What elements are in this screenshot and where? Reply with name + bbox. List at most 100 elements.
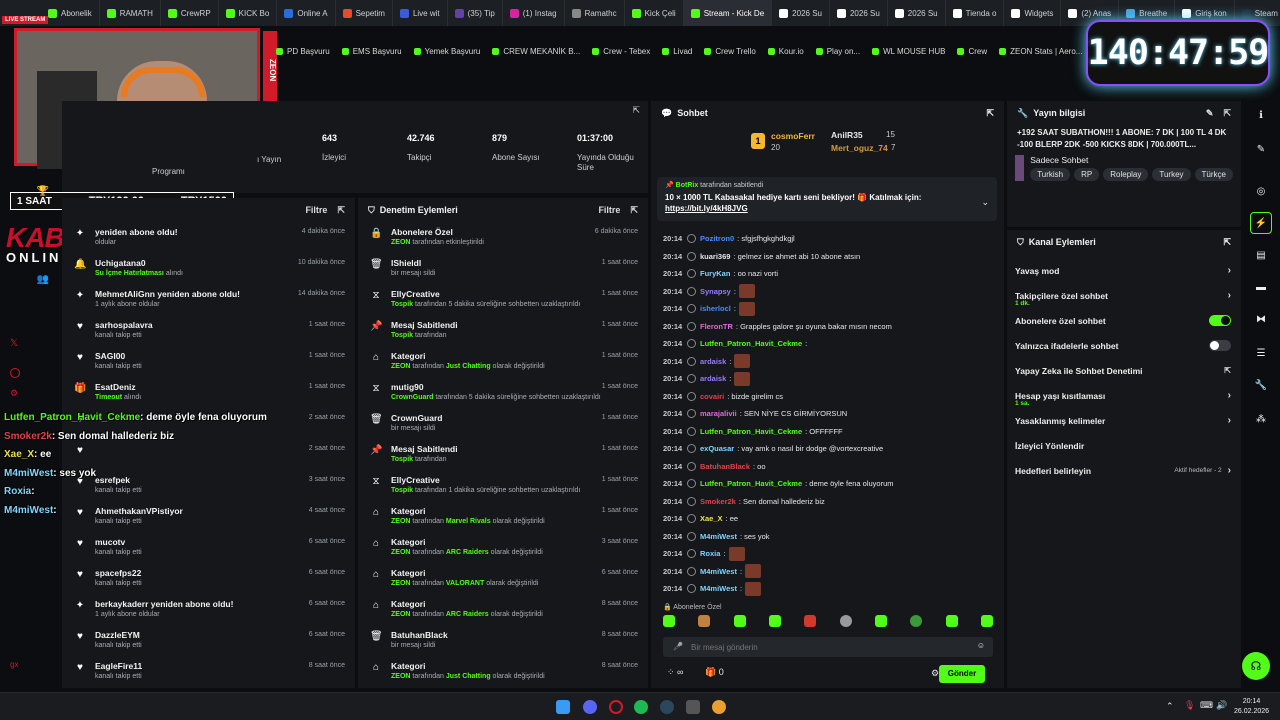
feed-row[interactable]: ♥Fuuxxkanalı takip etti8 saat önce [62, 687, 355, 688]
discord-icon[interactable] [583, 700, 597, 714]
message-user[interactable]: M4miWest [700, 532, 737, 541]
feed-row-title[interactable]: sarhospalavra [95, 320, 153, 330]
feed-row-title[interactable]: yeniden abone oldu! [95, 227, 178, 237]
chat-message[interactable]: 20:14 exQuasar: vay amk o nasıl bir dodge… [663, 440, 993, 458]
chevron-right-icon[interactable]: › [1228, 290, 1231, 301]
bookmark-item[interactable]: Crew - Tebex [586, 47, 656, 56]
channel-action-row[interactable]: İzleyici Yönlendir [1007, 433, 1241, 458]
filter-button[interactable]: Filtre [305, 205, 327, 215]
browser-tab[interactable]: KICK Bo [219, 0, 278, 26]
feed-row-title[interactable]: mucotv [95, 537, 142, 547]
windows-start-icon[interactable] [556, 700, 570, 714]
feed-row[interactable]: 🎁 EsatDeniz Timeout alındı 1 saat önce [62, 377, 355, 408]
feed-row[interactable]: ♥ mucotv kanalı takip etti 6 saat önce [62, 532, 355, 563]
bolt-icon[interactable]: ⚡ [1250, 212, 1272, 234]
microphone-icon[interactable]: 🎤 [673, 642, 683, 651]
category-name[interactable]: Just Chatting [446, 363, 491, 370]
chat-message[interactable]: 20:14 BatuhanBlack: oo [663, 458, 993, 476]
chat-message[interactable]: 20:14 FuryKan: oo nazi vorti [663, 265, 993, 283]
moderation-row[interactable]: 📌 Mesaj Sabitlendi Tospik tarafından 1 saat… [358, 439, 648, 470]
moderation-row[interactable]: ⌂ Kategori ZEON tarafından ARC Raiders ola… [358, 594, 648, 625]
chevron-down-icon[interactable]: ⌄ [981, 197, 989, 208]
channel-action-row[interactable]: Yalnızca ifadelerle sohbet [1007, 333, 1241, 358]
moderation-row[interactable]: 📌 Mesaj Sabitlendi Tospik tarafından 1 saat… [358, 315, 648, 346]
browser-tab[interactable]: Sepetim [336, 0, 393, 26]
moderator-name[interactable]: ZEON [391, 673, 410, 680]
browser-tab[interactable]: CrewRP [161, 0, 219, 26]
trophy-icon[interactable]: 🏆 [32, 180, 54, 202]
chat-message[interactable]: 20:14 Lutfen_Patron_Havit_Cekme: [663, 335, 993, 353]
emote[interactable] [804, 615, 817, 627]
filter-button[interactable]: Filtre [598, 205, 620, 215]
app-icon[interactable] [686, 700, 700, 714]
emote[interactable] [733, 615, 746, 627]
chat-message[interactable]: 20:14 M4miWest: [663, 580, 993, 598]
pinned-user[interactable]: BotRix [676, 182, 699, 189]
chevron-right-icon[interactable]: › [1228, 265, 1231, 276]
bookmark-item[interactable]: WL MOUSE HUB [866, 47, 951, 56]
clock[interactable]: 20:14 26.02.2026 [1234, 697, 1269, 717]
toggle-switch[interactable] [1209, 315, 1231, 326]
message-user[interactable]: Lutfen_Patron_Havit_Cekme [700, 427, 802, 436]
message-user[interactable]: ardaisk [700, 357, 726, 366]
document-icon[interactable]: ▤ [1250, 244, 1272, 266]
gifter-1-name[interactable]: cosmoFerr [771, 131, 815, 141]
chat-message[interactable]: 20:14 Synapsy: [663, 283, 993, 301]
message-user[interactable]: Xae_X [700, 514, 723, 523]
chat-message[interactable]: 20:14 Roxia: [663, 545, 993, 563]
gifter-3-name[interactable]: Mert_oguz_74 [831, 143, 888, 153]
category-name[interactable]: Sadece Sohbet [1030, 155, 1233, 165]
feed-row[interactable]: ♥ EagleFire11 kanalı takip etti 8 saat önce [62, 656, 355, 687]
gx-icon[interactable]: gx [10, 660, 18, 669]
opera-gx-icon[interactable] [609, 700, 623, 714]
network-icon[interactable]: ⌨ [1200, 700, 1213, 711]
moderator-name[interactable]: ZEON [391, 239, 410, 246]
browser-tab[interactable]: Online A [277, 0, 336, 26]
channel-action-row[interactable]: Yasaklanmış kelimeler › [1007, 408, 1241, 433]
feed-row[interactable]: ♥ sarhospalavra kanalı takip etti 1 saat ön… [62, 315, 355, 346]
x-icon[interactable]: 𝕏 [10, 338, 18, 349]
moderation-row[interactable]: 🗑 CrownGuard bir mesajı sildi 1 saat önce [358, 408, 648, 439]
feed-row[interactable]: ♥ SAGI00 kanalı takip etti 1 saat önce [62, 346, 355, 377]
expand-icon[interactable]: ⇱ [1223, 237, 1231, 248]
emote[interactable] [698, 615, 711, 627]
emote[interactable] [980, 615, 993, 627]
camera-icon[interactable]: ◎ [1250, 180, 1272, 202]
feed-row-title[interactable]: DazzleEYM [95, 630, 142, 640]
stream-tag[interactable]: Roleplay [1103, 168, 1149, 181]
category-name[interactable]: Just Chatting [446, 673, 491, 680]
moderation-row[interactable]: 🗑 BatuhanBlack bir mesajı sildi 8 saat önce [358, 625, 648, 656]
settings-icon[interactable]: ⚙ [931, 668, 939, 679]
chevron-right-icon[interactable]: › [1228, 465, 1231, 476]
moderation-row[interactable]: ⌂ Kategori ZEON tarafından VALORANT olarak… [358, 563, 648, 594]
stream-tag[interactable]: Türkçe [1194, 168, 1233, 181]
browser-tab[interactable]: Stream - Kick De [683, 0, 773, 26]
spotify-icon[interactable] [634, 700, 648, 714]
pencil-icon[interactable]: ✎ [1250, 138, 1272, 160]
chat-message[interactable]: 20:14 Lutfen_Patron_Havit_Cekme: deme öyl… [663, 475, 993, 493]
volume-icon[interactable]: 🔊 [1216, 700, 1227, 711]
feed-row[interactable]: 🔔 Uchigatana0 Su İçme Hatırlatması alındı 1… [62, 253, 355, 284]
chat-message[interactable]: 20:14 Pozitron0: sfgjsfhgkghdkgjl [663, 230, 993, 248]
browser-tab[interactable]: Widgets [1004, 0, 1062, 26]
expand-icon[interactable]: ⇱ [630, 205, 638, 216]
feed-row-title[interactable]: Uchigatana0 [95, 258, 183, 268]
feed-row-title[interactable]: spacefps22 [95, 568, 142, 578]
bookmark-item[interactable]: Crew Trello [698, 47, 761, 56]
chat-message[interactable]: 20:14 marajalivii: SEN NİYE CS GİRMİYORSU… [663, 405, 993, 423]
chevron-right-icon[interactable]: › [1228, 390, 1231, 401]
message-user[interactable]: kuari369 [700, 252, 730, 261]
external-link-icon[interactable]: ⇱ [1224, 366, 1231, 375]
bookmark-item[interactable]: EMS Başvuru [336, 47, 408, 56]
category-name[interactable]: ARC Raiders [446, 549, 489, 556]
moderator-name[interactable]: Tospik [391, 487, 413, 494]
edit-icon[interactable]: ✎ [1206, 108, 1214, 119]
message-user[interactable]: marajalivii [700, 409, 737, 418]
message-user[interactable]: M4miWest [700, 584, 737, 593]
chat-message[interactable]: 20:14 Smoker2k: Sen domal hallederiz biz [663, 493, 993, 511]
expand-icon[interactable]: ⇱ [1223, 108, 1231, 119]
message-user[interactable]: FleronTR [700, 322, 733, 331]
moderation-row[interactable]: 🔒 Abonelere Özel ZEON tarafından etkinleşt… [358, 222, 648, 253]
message-user[interactable]: Synapsy [700, 287, 731, 296]
message-user[interactable]: Lutfen_Patron_Havit_Cekme [700, 339, 802, 348]
